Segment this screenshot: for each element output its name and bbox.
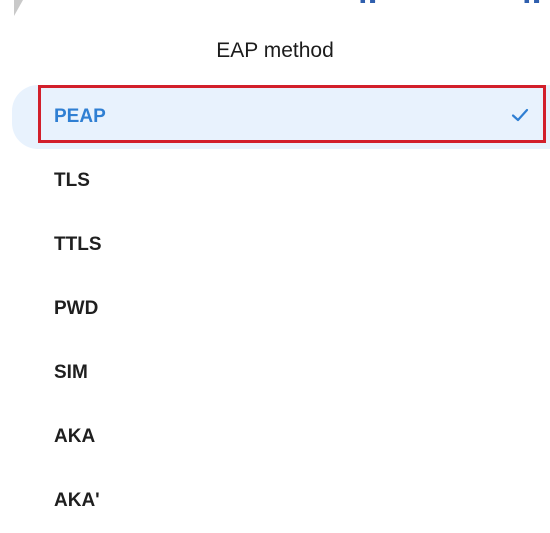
option-label: PWD bbox=[54, 298, 99, 319]
option-aka-prime[interactable]: AKA' bbox=[0, 469, 550, 533]
dialog-title: EAP method bbox=[216, 39, 334, 62]
option-peap[interactable]: PEAP bbox=[12, 85, 550, 149]
option-sim[interactable]: SIM bbox=[0, 341, 550, 405]
option-label: SIM bbox=[54, 362, 88, 383]
checkmark-icon bbox=[511, 108, 529, 122]
option-label: PEAP bbox=[54, 106, 106, 127]
option-label: AKA' bbox=[54, 490, 100, 511]
option-pwd[interactable]: PWD bbox=[0, 277, 550, 341]
cropped-heading-fragment: p p bbox=[0, 0, 550, 3]
option-label: AKA bbox=[54, 426, 96, 447]
cropped-heading-letter-right: p bbox=[522, 0, 540, 3]
option-ttls[interactable]: TTLS bbox=[0, 213, 550, 277]
cropped-heading-letter-left: p bbox=[358, 0, 376, 3]
eap-method-option-list: PEAP TLS TTLS PWD SIM AKA AKA' bbox=[0, 85, 550, 533]
option-label: TLS bbox=[54, 170, 90, 191]
option-tls[interactable]: TLS bbox=[0, 149, 550, 213]
option-label: TTLS bbox=[54, 234, 102, 255]
option-aka[interactable]: AKA bbox=[0, 405, 550, 469]
